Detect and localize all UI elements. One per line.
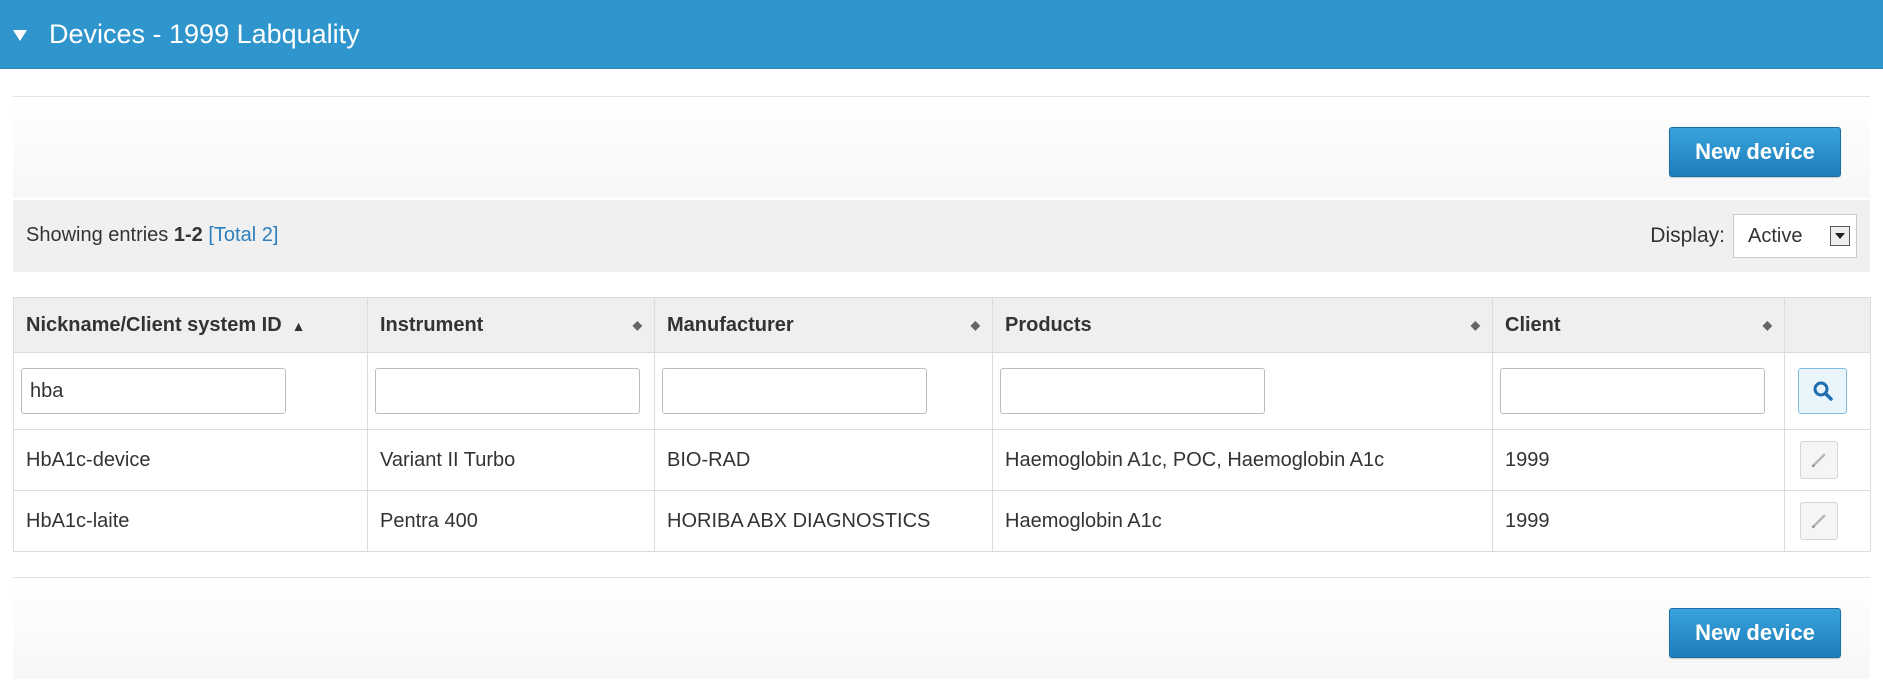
chevron-down-icon xyxy=(1830,226,1850,246)
total-link[interactable]: [Total 2] xyxy=(208,224,278,246)
filter-nickname-input[interactable] xyxy=(21,368,286,414)
triangle-down-icon xyxy=(13,30,27,41)
column-header-client[interactable]: Client ◆ xyxy=(1492,297,1785,353)
display-select[interactable]: Active xyxy=(1733,214,1857,258)
entries-prefix: Showing entries xyxy=(26,224,174,246)
column-header-instrument[interactable]: Instrument ◆ xyxy=(367,297,655,353)
new-device-button[interactable]: New device xyxy=(1669,608,1841,658)
cell-nickname: HbA1c-device xyxy=(13,429,368,491)
info-bar: Showing entries 1-2 [Total 2] Display: A… xyxy=(13,200,1870,272)
cell-client: 1999 xyxy=(1492,429,1785,491)
search-button[interactable] xyxy=(1798,368,1847,414)
sort-both-icon: ◆ xyxy=(1762,318,1772,332)
display-label: Display: xyxy=(1650,224,1725,247)
cell-instrument: Pentra 400 xyxy=(367,490,655,552)
filter-products-input[interactable] xyxy=(1000,368,1265,414)
panel-header[interactable]: Devices - 1999 Labquality xyxy=(0,0,1883,69)
edit-button[interactable] xyxy=(1800,502,1838,540)
column-header-actions xyxy=(1784,297,1871,353)
cell-instrument: Variant II Turbo xyxy=(367,429,655,491)
sort-both-icon: ◆ xyxy=(970,318,980,332)
cell-manufacturer: HORIBA ABX DIAGNOSTICS xyxy=(654,490,993,552)
entries-summary: Showing entries 1-2 [Total 2] xyxy=(26,224,278,247)
filter-row xyxy=(13,352,1871,430)
edit-button[interactable] xyxy=(1800,441,1838,479)
filter-client-input[interactable] xyxy=(1500,368,1765,414)
filter-manufacturer-input[interactable] xyxy=(662,368,927,414)
filter-instrument-input[interactable] xyxy=(375,368,640,414)
magnifier-icon xyxy=(1813,381,1833,401)
table-row[interactable]: HbA1c-device Variant II Turbo BIO-RAD Ha… xyxy=(13,429,1871,491)
display-filter: Display: Active xyxy=(1650,213,1857,259)
cell-nickname: HbA1c-laite xyxy=(13,490,368,552)
sort-both-icon: ◆ xyxy=(632,318,642,332)
sort-both-icon: ◆ xyxy=(1470,318,1480,332)
entries-range: 1-2 xyxy=(173,224,203,246)
table-row[interactable]: HbA1c-laite Pentra 400 HORIBA ABX DIAGNO… xyxy=(13,490,1871,552)
new-device-button[interactable]: New device xyxy=(1669,127,1841,177)
column-header-manufacturer[interactable]: Manufacturer ◆ xyxy=(654,297,993,353)
display-value: Active xyxy=(1748,224,1803,247)
arrow-up-icon: ▲ xyxy=(291,317,306,334)
cell-products: Haemoglobin A1c xyxy=(992,490,1493,552)
pencil-icon xyxy=(1811,453,1826,468)
cell-manufacturer: BIO-RAD xyxy=(654,429,993,491)
cell-products: Haemoglobin A1c, POC, Haemoglobin A1c xyxy=(992,429,1493,491)
pencil-icon xyxy=(1811,514,1826,529)
cell-client: 1999 xyxy=(1492,490,1785,552)
panel-title: Devices - 1999 Labquality xyxy=(49,18,360,49)
bottom-toolbar: New device xyxy=(13,577,1870,679)
header-row: Nickname/Client system ID ▲ Instrument ◆ M… xyxy=(13,297,1871,353)
devices-table: Nickname/Client system ID ▲ Instrument ◆ M… xyxy=(13,297,1871,552)
column-header-products[interactable]: Products ◆ xyxy=(992,297,1493,353)
column-header-nickname[interactable]: Nickname/Client system ID ▲ xyxy=(13,297,368,353)
top-toolbar: New device xyxy=(13,96,1870,198)
